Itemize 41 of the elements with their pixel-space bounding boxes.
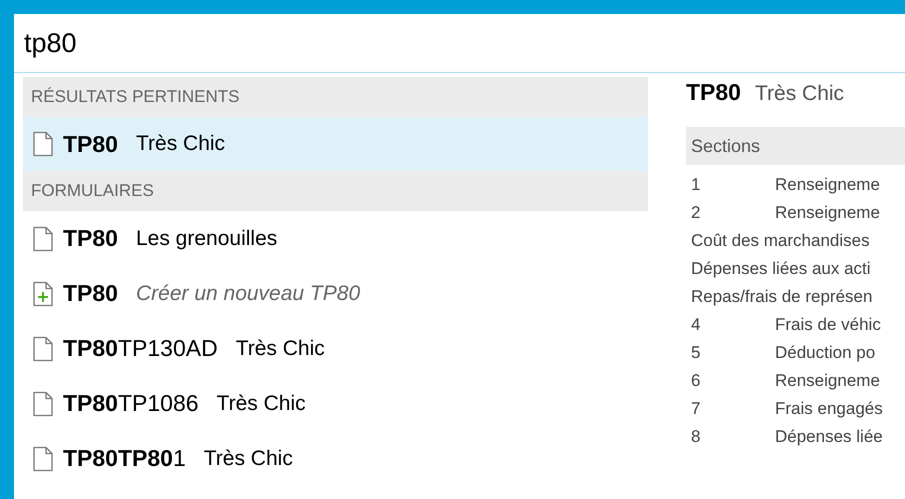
form-code: TP80: [63, 280, 118, 307]
document-icon: [33, 131, 53, 157]
section-label: Frais de véhic: [775, 315, 881, 335]
section-number: 8: [691, 427, 702, 447]
section-number: 7: [691, 399, 702, 419]
section-number: 2: [691, 203, 702, 223]
document-icon: [33, 390, 53, 416]
section-label: Dépenses liée: [775, 427, 883, 447]
new-document-icon: [33, 280, 53, 306]
section-heading: RÉSULTATS PERTINENTS: [23, 77, 648, 117]
form-title: Très Chic: [136, 132, 226, 156]
form-title: Très Chic: [236, 336, 325, 360]
section-number: 5: [691, 343, 702, 363]
section-number: 4: [691, 315, 702, 335]
preview-code: TP80: [686, 79, 741, 106]
section-label: Déduction po: [775, 343, 876, 363]
document-icon: [33, 446, 53, 472]
section-label: Frais engagés: [775, 399, 883, 419]
section-label: Coût des marchandises: [691, 231, 870, 251]
section-label: Dépenses liées aux acti: [691, 259, 871, 279]
form-code: TP80: [63, 225, 118, 252]
document-icon: [33, 336, 53, 362]
form-title: Créer un nouveau TP80: [136, 282, 360, 306]
section-heading: FORMULAIRES: [23, 171, 648, 211]
form-code: TP80TP1086: [63, 390, 199, 417]
form-code: TP80: [63, 130, 118, 158]
sections-heading: Sections: [686, 127, 905, 165]
form-title: Les grenouilles: [136, 226, 278, 250]
section-number: 6: [691, 371, 702, 391]
form-code: TP80TP130AD: [63, 335, 218, 362]
section-label: Repas/frais de représen: [691, 287, 872, 307]
document-icon: [33, 226, 53, 252]
section-label: Renseigneme: [775, 175, 880, 195]
form-code: TP80TP801: [63, 445, 186, 472]
section-number: 1: [691, 175, 702, 195]
section-label: Renseigneme: [775, 203, 880, 223]
form-title: Très Chic: [204, 446, 293, 470]
result-item[interactable]: TP80 Très Chic: [23, 117, 648, 171]
preview-title: Très Chic: [754, 82, 844, 106]
section-label: Renseigneme: [775, 371, 880, 391]
form-title: Très Chic: [216, 392, 306, 416]
